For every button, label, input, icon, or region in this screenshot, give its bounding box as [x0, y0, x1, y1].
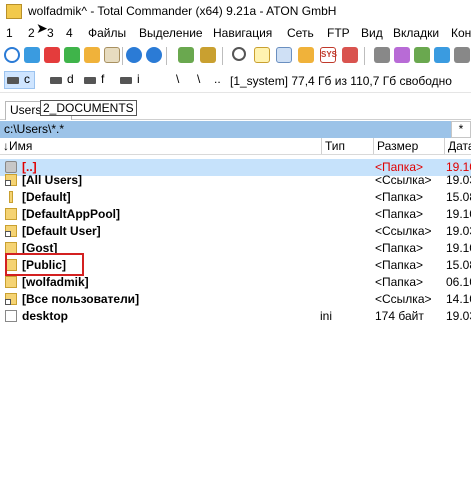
file-row-default[interactable]: [Default] <Папка> 15.08	[0, 189, 471, 206]
sync-dirs-icon[interactable]	[298, 47, 314, 63]
tree-icon[interactable]	[64, 47, 80, 63]
column-header-date[interactable]: Дата	[445, 138, 471, 154]
file-row-desktop-ini[interactable]: desktop ini 174 байт 19.03	[0, 308, 471, 325]
ftp-icon[interactable]: SYS	[320, 47, 337, 63]
drive-icon	[120, 77, 132, 84]
current-path: c:\Users\*.*	[4, 122, 65, 136]
multi-rename-icon[interactable]	[276, 47, 292, 63]
printer-icon[interactable]	[374, 47, 390, 63]
drive-button-c[interactable]: c	[4, 71, 35, 89]
window-title: wolfadmik^ - Total Commander (x64) 9.21a…	[28, 4, 337, 18]
filter-button[interactable]: *	[451, 121, 471, 138]
file-row-defaultapppool[interactable]: [DefaultAppPool] <Папка> 19.10	[0, 206, 471, 223]
menu-item-2[interactable]: 2	[28, 26, 35, 40]
file-list: [..] <Папка> 19.10 [All Users] <Ссылка> …	[0, 155, 471, 325]
brief-view-icon[interactable]	[24, 47, 40, 63]
up-dir-button[interactable]: ..	[214, 72, 221, 86]
back-icon[interactable]	[126, 47, 142, 63]
hidden-folder-icon	[9, 191, 13, 203]
menu-item-files[interactable]: Файлы	[88, 26, 126, 40]
column-header: ↓Имя Тип Размер Дата	[0, 138, 471, 155]
toolbar: SYS	[0, 44, 471, 69]
notepad-icon[interactable]	[342, 47, 358, 63]
settings-icon[interactable]	[394, 47, 410, 63]
pack-icon[interactable]	[178, 47, 194, 63]
quick-view-icon[interactable]	[434, 47, 450, 63]
drive-button-d[interactable]: d	[50, 72, 74, 88]
new-file-icon[interactable]	[254, 47, 270, 63]
menu-bar: 1 2 3 4 Файлы Выделение Навигация Сеть F…	[0, 24, 471, 42]
total-commander-app-icon	[6, 4, 22, 19]
refresh-icon[interactable]	[4, 47, 20, 63]
full-view-icon[interactable]	[44, 47, 60, 63]
folder-link-icon	[5, 225, 17, 237]
file-row-wolfadmik[interactable]: [wolfadmik] <Папка> 06.10	[0, 274, 471, 291]
drive-button-f[interactable]: f	[84, 72, 104, 88]
menu-item-config[interactable]: Кон	[451, 26, 471, 40]
tab-tooltip: 2_DOCUMENTS	[40, 100, 137, 116]
sort-icon[interactable]	[104, 47, 120, 63]
toolbar-separator	[122, 47, 123, 65]
file-row-all-users[interactable]: [All Users] <Ссылка> 19.03	[0, 172, 471, 189]
annotation-highlight-box	[5, 253, 84, 276]
folder-icon	[5, 276, 17, 288]
menu-item-view[interactable]: Вид	[361, 26, 383, 40]
title-bar: wolfadmik^ - Total Commander (x64) 9.21a…	[0, 0, 471, 22]
menu-item-4[interactable]: 4	[66, 26, 73, 40]
file-row-default-user[interactable]: [Default User] <Ссылка> 19.03	[0, 223, 471, 240]
folder-link-icon	[5, 174, 17, 186]
folder-icon	[5, 208, 17, 220]
column-header-type[interactable]: Тип	[322, 138, 374, 154]
search-icon[interactable]	[232, 47, 246, 61]
toolbar-separator	[166, 47, 167, 65]
drive-icon	[84, 77, 96, 84]
menu-item-ftp[interactable]: FTP	[327, 26, 350, 40]
compare-icon[interactable]	[454, 47, 470, 63]
menu-item-navigation[interactable]: Навигация	[213, 26, 272, 40]
archive-icon[interactable]	[414, 47, 430, 63]
file-row-all-users-ru[interactable]: [Все пользователи] <Ссылка> 14.10	[0, 291, 471, 308]
root-dir-button[interactable]: \	[176, 72, 179, 86]
thumbnails-icon[interactable]	[84, 47, 100, 63]
ini-file-icon	[5, 310, 17, 322]
forward-icon[interactable]	[146, 47, 162, 63]
drive-bar: c d f i \ \ .. [1_system] 77,4 Гб из 110…	[0, 68, 471, 93]
menu-item-network[interactable]: Сеть	[287, 26, 314, 40]
column-header-name[interactable]: ↓Имя	[0, 138, 322, 154]
drive-icon	[50, 77, 62, 84]
toolbar-separator	[364, 47, 365, 65]
disk-space-info: [1_system] 77,4 Гб из 110,7 Гб свободно	[230, 74, 452, 88]
toolbar-separator	[222, 47, 223, 65]
path-bar[interactable]: c:\Users\*.* *	[0, 121, 471, 138]
root-dir-button-2[interactable]: \	[197, 72, 200, 86]
unpack-icon[interactable]	[200, 47, 216, 63]
folder-link-icon	[5, 293, 17, 305]
menu-item-selection[interactable]: Выделение	[139, 26, 203, 40]
drive-icon	[7, 77, 19, 84]
menu-item-tabs[interactable]: Вкладки	[393, 26, 439, 40]
drive-button-i[interactable]: i	[120, 72, 140, 88]
column-header-size[interactable]: Размер	[374, 138, 445, 154]
menu-item-1[interactable]: 1	[6, 26, 13, 40]
menu-item-3[interactable]: 3	[47, 26, 54, 40]
